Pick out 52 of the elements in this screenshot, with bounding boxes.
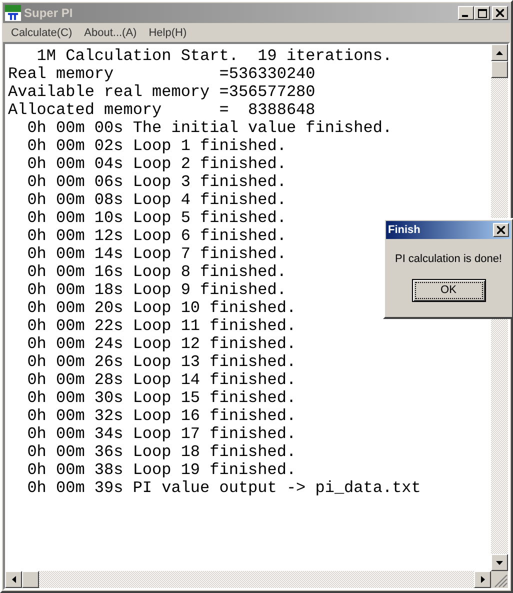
output-line: 0h 00m 04s Loop 2 finished. <box>26 155 286 173</box>
maximize-icon <box>478 8 486 18</box>
output-line: Real memory =536330240 <box>8 65 316 83</box>
close-button[interactable] <box>493 223 509 237</box>
horizontal-scrollbar[interactable] <box>5 571 491 588</box>
dialog-title: Finish <box>388 224 422 236</box>
scroll-right-button[interactable] <box>474 571 491 588</box>
output-line: 0h 00m 32s Loop 16 finished. <box>26 407 296 425</box>
app-icon <box>5 5 21 21</box>
scroll-down-button[interactable] <box>491 554 508 571</box>
menu-item[interactable]: About...(A) <box>78 26 143 38</box>
output-line: 0h 00m 02s Loop 1 finished. <box>26 137 286 155</box>
close-icon <box>496 9 504 17</box>
output-line: 0h 00m 30s Loop 15 finished. <box>26 389 296 407</box>
output-line: 0h 00m 06s Loop 3 finished. <box>26 173 286 191</box>
scroll-thumb[interactable] <box>491 61 508 78</box>
close-icon <box>497 226 505 234</box>
maximize-button[interactable] <box>474 6 490 20</box>
output-line: 0h 00m 14s Loop 7 finished. <box>26 245 286 263</box>
output-line: 0h 00m 10s Loop 5 finished. <box>26 209 286 227</box>
output-line: 0h 00m 39s PI value output -> pi_data.txt <box>26 479 421 497</box>
output-line: 0h 00m 36s Loop 18 finished. <box>26 443 296 461</box>
left-arrow-icon <box>12 576 16 583</box>
output-line: 0h 00m 08s Loop 4 finished. <box>26 191 286 209</box>
output-line: Available real memory =356577280 <box>8 83 316 101</box>
output-line: 0h 00m 26s Loop 13 finished. <box>26 353 296 371</box>
output-line: 0h 00m 38s Loop 19 finished. <box>26 461 296 479</box>
output-line: 0h 00m 22s Loop 11 finished. <box>26 317 296 335</box>
menu-item[interactable]: Help(H) <box>142 26 193 38</box>
ok-button[interactable]: OK <box>412 279 486 302</box>
output-line: 0h 00m 00s The initial value finished. <box>26 119 392 137</box>
output-line: 1M Calculation Start. 19 iterations. <box>36 47 392 65</box>
scroll-left-button[interactable] <box>5 571 22 588</box>
size-grip-icon[interactable] <box>491 571 508 588</box>
up-arrow-icon <box>496 50 503 54</box>
output-line: 0h 00m 18s Loop 9 finished. <box>26 281 286 299</box>
right-arrow-icon <box>480 576 484 583</box>
close-button[interactable] <box>492 6 508 20</box>
scroll-up-button[interactable] <box>491 44 508 61</box>
output-line: 0h 00m 20s Loop 10 finished. <box>26 299 296 317</box>
scroll-thumb[interactable] <box>22 571 39 588</box>
output-line: 0h 00m 16s Loop 8 finished. <box>26 263 286 281</box>
output-line: Allocated memory = 8388648 <box>8 101 316 119</box>
output-line: 0h 00m 34s Loop 17 finished. <box>26 425 296 443</box>
down-arrow-icon <box>496 560 503 564</box>
output-line: 0h 00m 12s Loop 6 finished. <box>26 227 286 245</box>
minimize-button[interactable] <box>458 6 474 20</box>
dialog-message: PI calculation is done! <box>394 253 503 265</box>
output-line: 0h 00m 24s Loop 12 finished. <box>26 335 296 353</box>
menu-item[interactable]: Calculate(C) <box>5 26 78 38</box>
window-title: Super PI <box>24 6 74 20</box>
output-line: 0h 00m 28s Loop 14 finished. <box>26 371 296 389</box>
